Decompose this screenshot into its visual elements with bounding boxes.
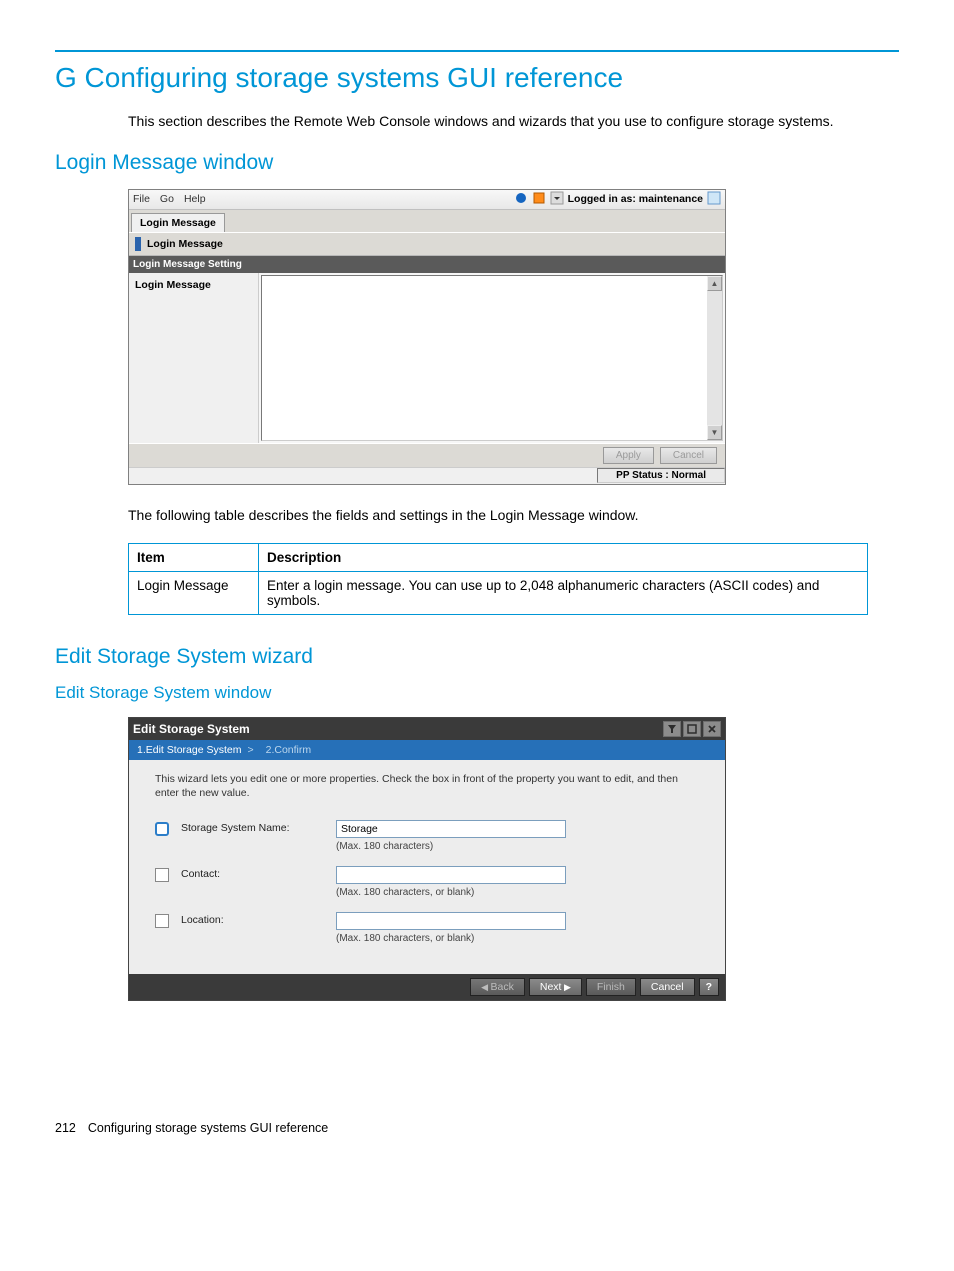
edit-window-subheading: Edit Storage System window <box>55 683 899 703</box>
cancel-button[interactable]: Cancel <box>660 447 717 464</box>
pp-status-label: PP Status : Normal <box>597 468 725 483</box>
breadcrumb-step1: 1.Edit Storage System <box>137 744 241 756</box>
page-title: G Configuring storage systems GUI refere… <box>55 62 899 94</box>
logged-in-label: Logged in as: maintenance <box>568 193 703 205</box>
dialog-title: Edit Storage System <box>133 722 250 736</box>
window-icon <box>532 191 546 208</box>
scroll-down-icon[interactable]: ▼ <box>707 425 722 440</box>
edit-storage-system-screenshot: Edit Storage System 1.Edit Storage Syste… <box>128 717 726 1001</box>
label-contact: Contact: <box>181 866 336 880</box>
scrollbar[interactable]: ▲ ▼ <box>707 276 722 440</box>
back-button[interactable]: ◀ Back <box>470 978 525 996</box>
login-table-caption: The following table describes the fields… <box>128 507 899 523</box>
input-storage-name[interactable] <box>336 820 566 838</box>
filter-icon[interactable] <box>663 721 681 737</box>
login-message-label: Login Message <box>129 273 259 443</box>
section-marker-icon <box>135 237 141 251</box>
close-icon[interactable] <box>703 721 721 737</box>
edit-wizard-heading: Edit Storage System wizard <box>55 645 899 669</box>
page-number: 212 <box>55 1121 76 1135</box>
input-location[interactable] <box>336 912 566 930</box>
dropdown-icon[interactable] <box>550 191 564 208</box>
hint-location: (Max. 180 characters, or blank) <box>336 933 699 944</box>
status-bar: PP Status : Normal <box>129 467 725 484</box>
checkbox-contact[interactable] <box>155 868 169 882</box>
page-footer: 212 Configuring storage systems GUI refe… <box>55 1121 899 1135</box>
cancel-button[interactable]: Cancel <box>640 978 695 996</box>
table-header-row: Item Description <box>129 543 868 571</box>
finish-button[interactable]: Finish <box>586 978 636 996</box>
checkbox-location[interactable] <box>155 914 169 928</box>
wizard-instruction: This wizard lets you edit one or more pr… <box>155 772 699 800</box>
breadcrumb-step2: 2.Confirm <box>266 744 312 756</box>
login-message-table: Item Description Login Message Enter a l… <box>128 543 868 615</box>
login-message-heading: Login Message window <box>55 151 899 175</box>
top-divider <box>55 50 899 52</box>
login-message-screenshot: File Go Help Logged in as: maintenance <box>128 189 899 485</box>
scroll-up-icon[interactable]: ▲ <box>707 276 722 291</box>
td-description: Enter a login message. You can use up to… <box>259 571 868 614</box>
breadcrumb-separator: > <box>247 744 253 756</box>
status-icon <box>514 191 528 208</box>
wizard-breadcrumb: 1.Edit Storage System > 2.Confirm <box>129 740 725 760</box>
table-row: Login Message Enter a login message. You… <box>129 571 868 614</box>
menu-help[interactable]: Help <box>184 193 206 205</box>
tab-row: Login Message <box>129 210 725 232</box>
menubar: File Go Help Logged in as: maintenance <box>129 190 725 210</box>
label-storage-name: Storage System Name: <box>181 820 336 834</box>
login-message-textarea[interactable]: ▲ ▼ <box>261 275 723 441</box>
input-contact[interactable] <box>336 866 566 884</box>
hint-contact: (Max. 180 characters, or blank) <box>336 887 699 898</box>
th-item: Item <box>129 543 259 571</box>
menu-file[interactable]: File <box>133 193 150 205</box>
maximize-icon[interactable] <box>683 721 701 737</box>
tab-login-message[interactable]: Login Message <box>131 213 225 232</box>
subsection-bar: Login Message Setting <box>129 256 725 273</box>
section-bar-label: Login Message <box>147 238 223 250</box>
session-icon <box>707 191 721 208</box>
th-description: Description <box>259 543 868 571</box>
intro-paragraph: This section describes the Remote Web Co… <box>128 112 899 131</box>
next-button[interactable]: Next ▶ <box>529 978 582 996</box>
td-item: Login Message <box>129 571 259 614</box>
help-button[interactable]: ? <box>699 978 719 996</box>
apply-button[interactable]: Apply <box>603 447 654 464</box>
footer-text: Configuring storage systems GUI referenc… <box>88 1121 328 1135</box>
hint-storage-name: (Max. 180 characters) <box>336 841 699 852</box>
checkbox-storage-name[interactable] <box>155 822 169 836</box>
label-location: Location: <box>181 912 336 926</box>
menu-go[interactable]: Go <box>160 193 174 205</box>
section-bar: Login Message <box>129 232 725 256</box>
